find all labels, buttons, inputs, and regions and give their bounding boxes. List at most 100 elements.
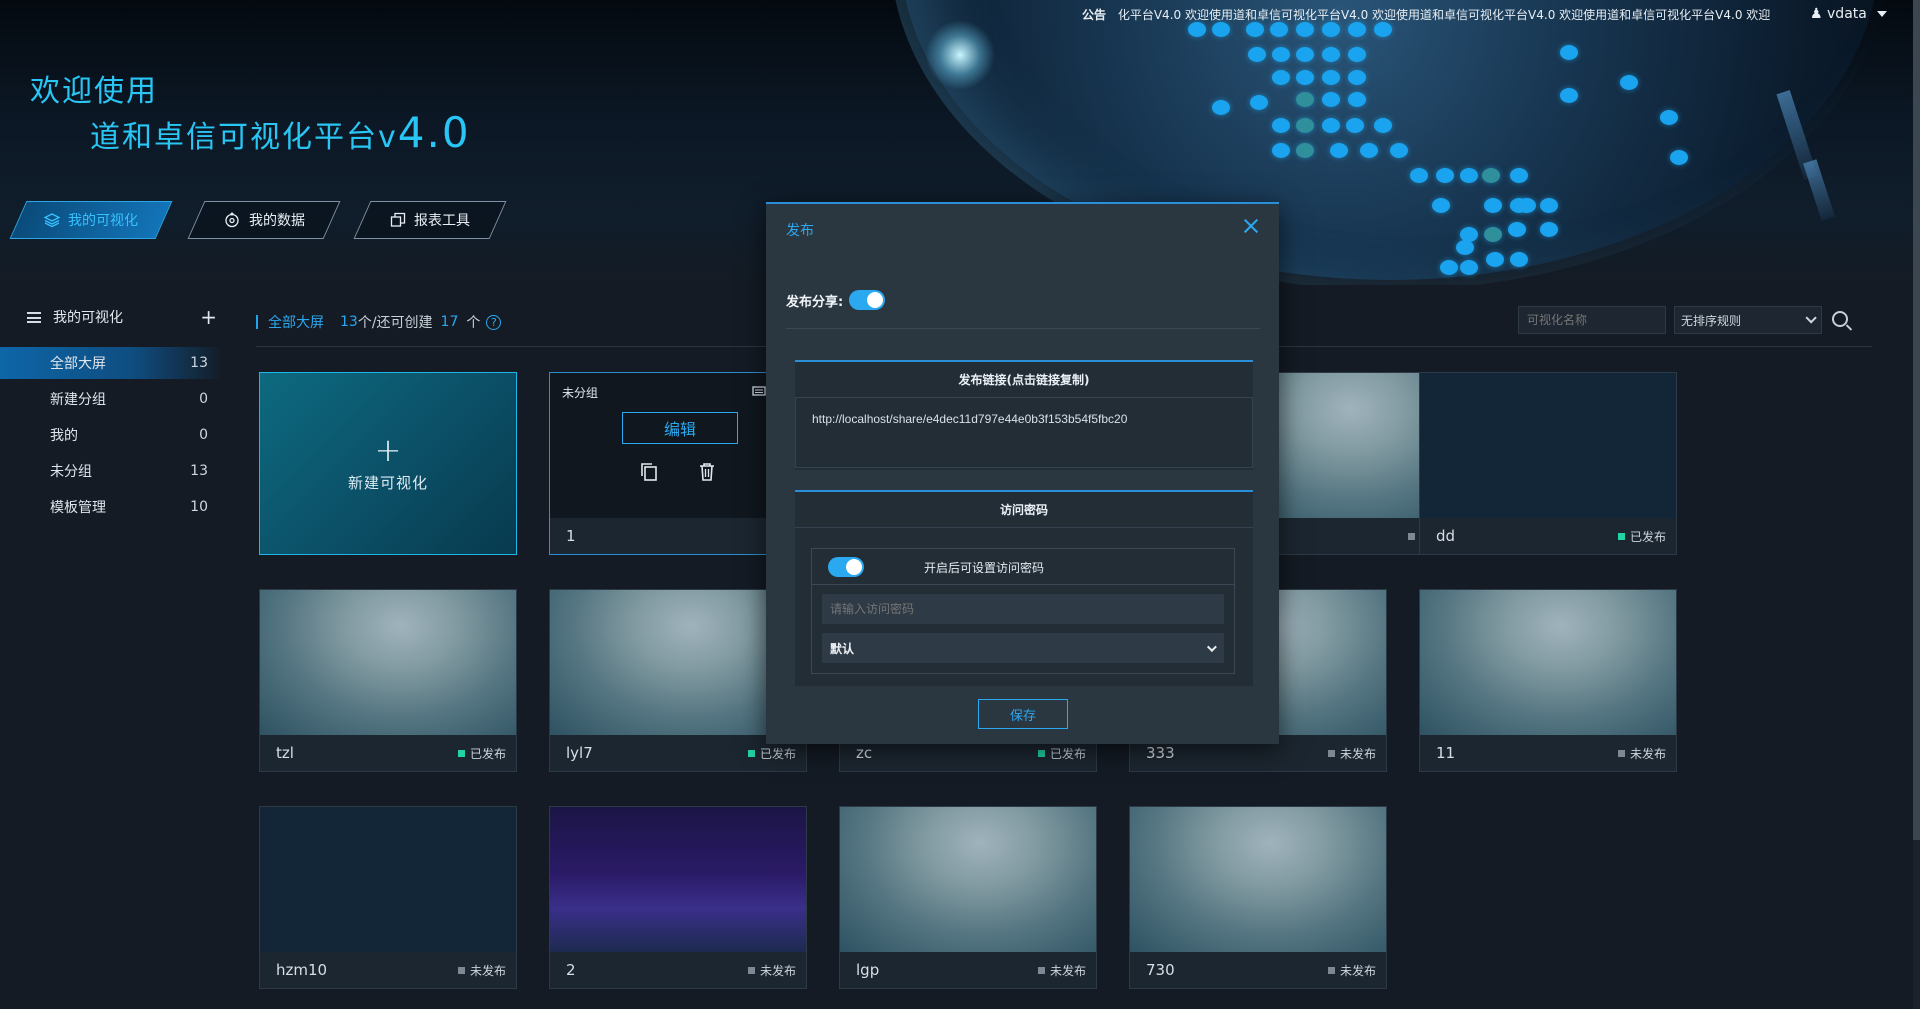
status-dot	[1617, 749, 1625, 757]
globe-shine	[925, 20, 995, 90]
chevron-down-icon	[1206, 641, 1217, 652]
card-thumbnail	[550, 807, 806, 952]
globe-dot	[1374, 118, 1392, 133]
status-badge: 已发布	[1037, 745, 1086, 762]
welcome-line1: 欢迎使用	[30, 74, 158, 109]
sidebar-item-all[interactable]: 全部大屏 13	[0, 347, 220, 379]
globe-dot	[1390, 143, 1408, 158]
scrollbar-thumb[interactable]	[1913, 0, 1920, 840]
globe-dot	[1296, 143, 1314, 158]
status-badge: 未发布	[747, 962, 796, 979]
publish-link[interactable]: http://localhost/share/e4dec11d797e44e0b…	[795, 398, 1253, 468]
search-input[interactable]	[1518, 306, 1666, 334]
sidebar-item-mine[interactable]: 我的 0	[0, 419, 220, 451]
tab-my-data[interactable]: 我的数据	[187, 201, 341, 239]
sidebar-item-count: 0	[199, 391, 208, 407]
globe-dot	[1296, 70, 1314, 85]
status-dot	[1407, 532, 1415, 540]
save-button[interactable]: 保存	[978, 699, 1068, 729]
card-name: zc	[856, 744, 873, 762]
divider	[786, 328, 1260, 329]
visualization-card[interactable]: 2 未发布	[549, 806, 807, 989]
add-group-button[interactable]: +	[200, 305, 217, 329]
globe-dot	[1508, 222, 1526, 237]
status-text: 未发布	[1339, 963, 1376, 978]
visualization-card[interactable]: lgp 未发布	[839, 806, 1097, 989]
sidebar-title: 我的可视化	[53, 310, 123, 326]
status-badge: 已发布	[1617, 528, 1666, 545]
globe-dot	[1540, 222, 1558, 237]
globe-dot	[1322, 47, 1340, 62]
edit-button[interactable]: 编辑	[622, 412, 738, 444]
visualization-card[interactable]: 730 未发布	[1129, 806, 1387, 989]
visualization-card[interactable]: dd 已发布	[1419, 372, 1677, 555]
tab-label: 我的可视化	[68, 213, 138, 229]
globe-dot	[1346, 118, 1364, 133]
card-footer: 2 未发布	[550, 952, 806, 988]
share-row: 发布分享:	[786, 290, 886, 310]
sidebar-item-count: 13	[190, 355, 208, 371]
visualization-card[interactable]: 11 未发布	[1419, 589, 1677, 772]
sort-select[interactable]: 无排序规则	[1674, 306, 1822, 334]
status-text: 未发布	[469, 963, 506, 978]
password-mode-value: 默认	[830, 641, 855, 656]
globe-dot	[1484, 198, 1502, 213]
password-mode-select[interactable]: 默认	[822, 633, 1224, 663]
status-text: 已发布	[469, 746, 506, 761]
search-icon[interactable]	[1832, 311, 1848, 327]
caret-down-icon	[1877, 11, 1888, 17]
globe-dot	[1432, 198, 1450, 213]
user-menu[interactable]: ♟ vdata	[1810, 6, 1888, 22]
layers-icon	[44, 213, 60, 228]
tab-my-visualization[interactable]: 我的可视化	[9, 201, 173, 239]
globe-dot	[1272, 70, 1290, 85]
publish-link-panel: 发布链接(点击链接复制) http://localhost/share/e4de…	[795, 360, 1253, 470]
status-dot	[1037, 966, 1045, 974]
globe-dot	[1460, 168, 1478, 183]
welcome-line2: 道和卓信可视化平台v4.0	[90, 108, 471, 157]
globe-dot	[1510, 168, 1528, 183]
page-scrollbar[interactable]	[1913, 0, 1920, 1009]
sidebar-item-ungrouped[interactable]: 未分组 13	[0, 455, 220, 487]
status-text: 已发布	[1629, 529, 1666, 544]
sidebar-item-new-group[interactable]: 新建分组 0	[0, 383, 220, 415]
password-input[interactable]	[822, 594, 1224, 624]
globe-dot	[1620, 75, 1638, 90]
message-icon[interactable]	[752, 386, 766, 398]
help-icon[interactable]: ?	[486, 314, 502, 330]
card-footer: hzm10 未发布	[260, 952, 516, 988]
card-footer: 11 未发布	[1420, 735, 1676, 771]
sidebar-item-label: 新建分组	[50, 392, 106, 408]
status-badge: 已发布	[747, 745, 796, 762]
visualization-card[interactable]: hzm10 未发布	[259, 806, 517, 989]
globe-dot	[1510, 252, 1528, 267]
globe-dot	[1348, 70, 1366, 85]
close-icon[interactable]	[1243, 218, 1259, 234]
globe-dot	[1272, 143, 1290, 158]
dialog-title: 发布	[786, 223, 814, 239]
copy-icon[interactable]	[640, 462, 658, 482]
card-thumbnail	[260, 590, 516, 735]
status-dot	[1617, 532, 1625, 540]
link-panel-title: 发布链接(点击链接复制)	[795, 362, 1253, 398]
password-toggle-row: 开启后可设置访问密码	[828, 557, 1044, 577]
card-name: 11	[1436, 744, 1456, 762]
trash-icon[interactable]	[698, 462, 716, 482]
share-toggle[interactable]	[849, 290, 886, 310]
card-footer: dd 已发布	[1420, 518, 1676, 554]
globe-dot	[1486, 252, 1504, 267]
notice-label: 公告	[1082, 8, 1107, 22]
globe-dot	[1440, 260, 1458, 275]
status-dot	[747, 966, 755, 974]
username: vdata	[1827, 6, 1867, 22]
new-visualization-card[interactable]: + 新建可视化	[259, 372, 517, 555]
password-toggle[interactable]	[828, 557, 864, 577]
globe-dot	[1272, 47, 1290, 62]
tab-report-tool[interactable]: 报表工具	[353, 201, 507, 239]
card-footer: tzl 已发布	[260, 735, 516, 771]
sidebar-item-templates[interactable]: 模板管理 10	[0, 491, 220, 523]
globe-dot	[1540, 198, 1558, 213]
status-text: 未发布	[1049, 963, 1086, 978]
sidebar-header: 我的可视化 +	[27, 305, 217, 329]
visualization-card[interactable]: tzl 已发布	[259, 589, 517, 772]
